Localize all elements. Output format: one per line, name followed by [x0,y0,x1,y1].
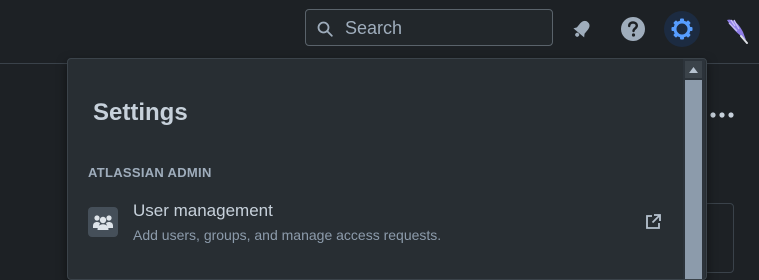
help-button[interactable] [615,11,651,47]
external-link-icon[interactable] [644,213,662,231]
settings-dropdown-panel: Settings ATLASSIAN ADMIN User management… [67,58,707,280]
top-navigation-bar: Search [0,0,759,64]
search-input[interactable]: Search [305,9,553,46]
avatar-feather-icon [727,19,748,44]
background-card [704,203,734,273]
scrollbar-thumb[interactable] [685,80,702,279]
settings-button[interactable] [664,11,700,47]
menu-item-user-management[interactable]: User management Add users, groups, and m… [76,195,680,247]
search-icon [317,21,333,37]
settings-icon [671,18,693,40]
search-placeholder: Search [345,18,403,38]
panel-title: Settings [93,99,188,126]
notifications-button[interactable] [564,11,600,47]
panel-scrollbar[interactable] [683,59,705,279]
scroll-up-arrow-icon[interactable] [685,61,702,78]
more-options-icon[interactable] [708,107,736,123]
people-icon [88,207,118,237]
section-title: ATLASSIAN ADMIN [88,165,212,180]
avatar[interactable] [718,11,754,47]
help-icon [621,17,645,41]
menu-item-description: Add users, groups, and manage access req… [133,227,442,243]
notifications-icon [573,20,590,38]
menu-item-label: User management [133,201,273,220]
